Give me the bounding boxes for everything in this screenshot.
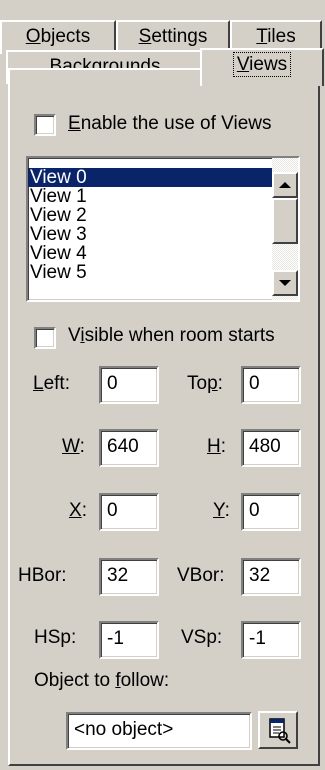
hbor-field[interactable]: 32 [99,558,159,596]
tab-views[interactable]: Views [200,48,324,86]
scroll-down-button[interactable] [272,270,298,296]
list-item[interactable]: View 2 [28,206,272,225]
arrow-up-icon [279,182,291,188]
visible-when-starts-label[interactable]: Visible when room starts [68,325,275,347]
list-item[interactable]: View 0 [28,168,272,187]
w-label: W: [62,436,85,457]
scroll-thumb[interactable] [272,198,298,244]
list-item[interactable]: View 1 [28,187,272,206]
top-field[interactable]: 0 [241,366,301,404]
width-field[interactable]: 640 [99,429,159,467]
tab-views-label: Views [232,52,292,77]
object-to-follow-label: Object to follow: [34,670,170,691]
object-to-follow-field[interactable]: <no object> [66,712,252,750]
left-field[interactable]: 0 [99,366,159,404]
list-item[interactable]: View 3 [28,225,272,244]
y-label: Y: [213,500,230,521]
hsp-label: HSp: [34,627,77,648]
vsp-field[interactable]: -1 [241,621,301,659]
left-label: Left: [33,373,70,394]
list-item[interactable]: View 4 [28,244,272,263]
object-picker-icon [269,718,291,744]
height-field[interactable]: 480 [241,429,301,467]
x-field[interactable]: 0 [99,493,159,531]
hbor-label: HBor: [18,565,67,586]
object-picker-button[interactable] [258,711,298,749]
views-listbox[interactable]: View 0 View 1 View 2 View 3 View 4 View … [26,156,300,302]
vsp-label: VSp: [181,627,223,648]
vbor-field[interactable]: 32 [241,558,301,596]
y-field[interactable]: 0 [241,493,301,531]
tab-objects[interactable]: Objects [0,20,116,54]
views-scrollbar[interactable] [272,158,298,300]
vbor-label: VBor: [177,565,225,586]
scroll-up-button[interactable] [272,172,298,198]
enable-views-label[interactable]: Enable the use of Views [68,113,272,135]
x-label: X: [69,500,87,521]
visible-when-starts-checkbox[interactable] [34,327,56,349]
views-list-items: View 0 View 1 View 2 View 3 View 4 View … [28,168,272,282]
arrow-down-icon [279,280,291,286]
list-item[interactable]: View 5 [28,263,272,282]
hsp-field[interactable]: -1 [99,621,159,659]
h-label: H: [207,436,227,457]
enable-views-checkbox[interactable] [34,114,56,136]
top-label: Top: [187,373,223,394]
